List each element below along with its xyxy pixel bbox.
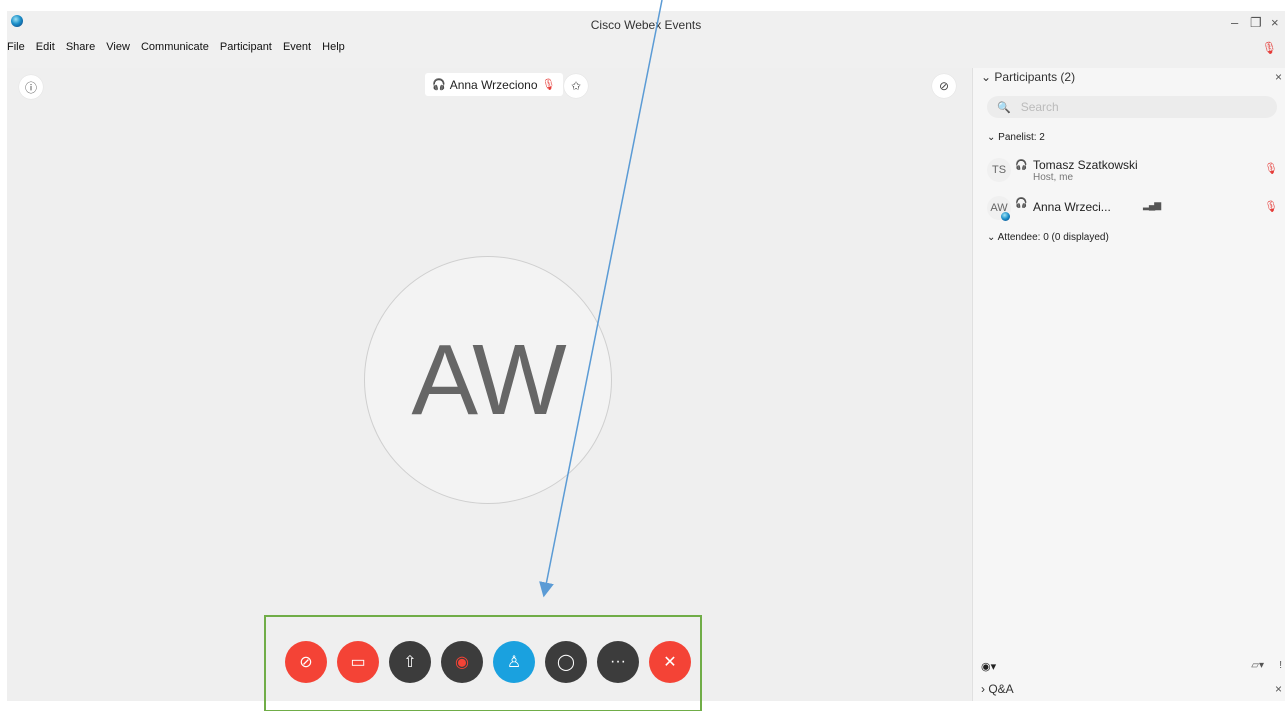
participants-button[interactable]: ♙ [493,641,535,683]
mic-muted-icon: 🎙 [1264,163,1278,175]
share-button[interactable]: ⇧ [389,641,431,683]
record-icon: ◉ [455,654,469,671]
chevron-down-icon: ⌄ [987,232,996,243]
link-icon[interactable]: ⊘ [932,74,956,98]
meeting-controls: ⊘ ▭ ⇧ ◉ ♙ ◯ ··· ✕ [285,641,691,687]
attendee-section[interactable]: ⌄ Attendee: 0 (0 displayed) [987,232,1109,243]
menu-edit[interactable]: Edit [36,41,55,53]
qa-panel-header[interactable]: › Q&A [981,682,1014,696]
mic-muted-icon: 🎙 [541,79,556,91]
participants-icon: ♙ [506,654,522,671]
webex-window: Cisco Webex Events – ❐ × File Edit Share… [7,11,1285,701]
webex-status-icon [1001,212,1010,221]
audio-icon: 🎧 [432,79,446,91]
alert-icon[interactable]: ! [1279,660,1282,671]
chat-icon: ◯ [557,654,575,671]
menu-file[interactable]: File [7,41,25,53]
qa-label: Q&A [988,682,1014,696]
mic-muted-icon: 🎙 [1264,201,1278,213]
avatar: TS [987,158,1011,182]
attendee-label: Attendee: 0 (0 displayed) [997,232,1109,243]
close-icon[interactable]: × [1271,15,1279,30]
menu-view[interactable]: View [106,41,130,53]
video-button[interactable]: ▭ [337,641,379,683]
leave-button[interactable]: ✕ [649,641,691,683]
panelist-label: Panelist: 2 [998,132,1045,143]
status-menu-icon[interactable]: ◉▾ [981,660,996,673]
search-placeholder: Search [1020,100,1059,114]
menu-bar: File Edit Share View Communicate Partici… [7,41,353,59]
search-input[interactable]: 🔍 Search [987,96,1277,118]
participant-row[interactable]: AW 🎧 Anna Wrzeci... ▂▄▆ 🎙 [987,196,1282,226]
minimize-icon[interactable]: – [1231,15,1238,30]
mic-muted-icon: 🎙 [1261,41,1277,55]
close-icon: ✕ [663,654,677,671]
search-icon: 🔍 [997,101,1011,114]
speaker-avatar: AW [364,256,612,504]
close-icon[interactable]: × [1275,70,1282,84]
menu-participant[interactable]: Participant [220,41,272,53]
participants-panel: ⌄ Participants (2) × 🔍 Search ⌄ Panelist… [972,68,1285,701]
record-button[interactable]: ◉ [441,641,483,683]
chevron-down-icon: ⌄ [987,132,996,143]
panel-toolbar: ◉▾ ▱▾ ! [979,660,1284,676]
audio-icon: 🎧 [1015,160,1028,171]
chat-button[interactable]: ◯ [545,641,587,683]
active-speaker-label: 🎧 Anna Wrzeciono 🎙 [425,73,563,96]
more-button[interactable]: ··· [597,641,639,683]
pin-icon[interactable]: ✩ [564,74,588,98]
chevron-down-icon: ⌄ [981,70,992,84]
feedback-icon[interactable]: ▱▾ [1251,660,1264,671]
signal-icon: ▂▄▆ [1143,200,1161,210]
participants-title: Participants (2) [994,70,1076,84]
menu-communicate[interactable]: Communicate [141,41,209,53]
window-title: Cisco Webex Events [590,18,702,32]
info-icon[interactable]: ⓘ [19,75,43,99]
participants-panel-header[interactable]: ⌄ Participants (2) [981,70,1075,84]
title-bar: Cisco Webex Events – ❐ × [7,11,1285,39]
menu-help[interactable]: Help [322,41,345,53]
share-icon: ⇧ [403,654,417,671]
mute-button[interactable]: ⊘ [285,641,327,683]
video-off-icon: ▭ [350,654,366,671]
participant-role: Host, me [1033,172,1074,183]
participant-name: Anna Wrzeci... [1033,200,1111,214]
active-speaker-name: Anna Wrzeciono [449,77,538,92]
video-stage: ⓘ 🎧 Anna Wrzeciono 🎙 ✩ ⊘ AW ⊘ ▭ ⇧ ◉ ♙ ◯ … [7,68,971,701]
menu-event[interactable]: Event [283,41,311,53]
restore-icon[interactable]: ❐ [1250,15,1262,31]
menu-share[interactable]: Share [66,41,95,53]
participant-row[interactable]: TS 🎧 Tomasz Szatkowski Host, me 🎙 [987,158,1282,188]
more-icon: ··· [610,653,626,670]
mic-off-icon: ⊘ [299,654,313,671]
panelist-section[interactable]: ⌄ Panelist: 2 [987,132,1045,143]
audio-icon: 🎧 [1015,198,1028,209]
close-icon[interactable]: × [1275,682,1282,696]
chevron-right-icon: › [981,682,985,696]
participant-name: Tomasz Szatkowski [1033,158,1138,172]
